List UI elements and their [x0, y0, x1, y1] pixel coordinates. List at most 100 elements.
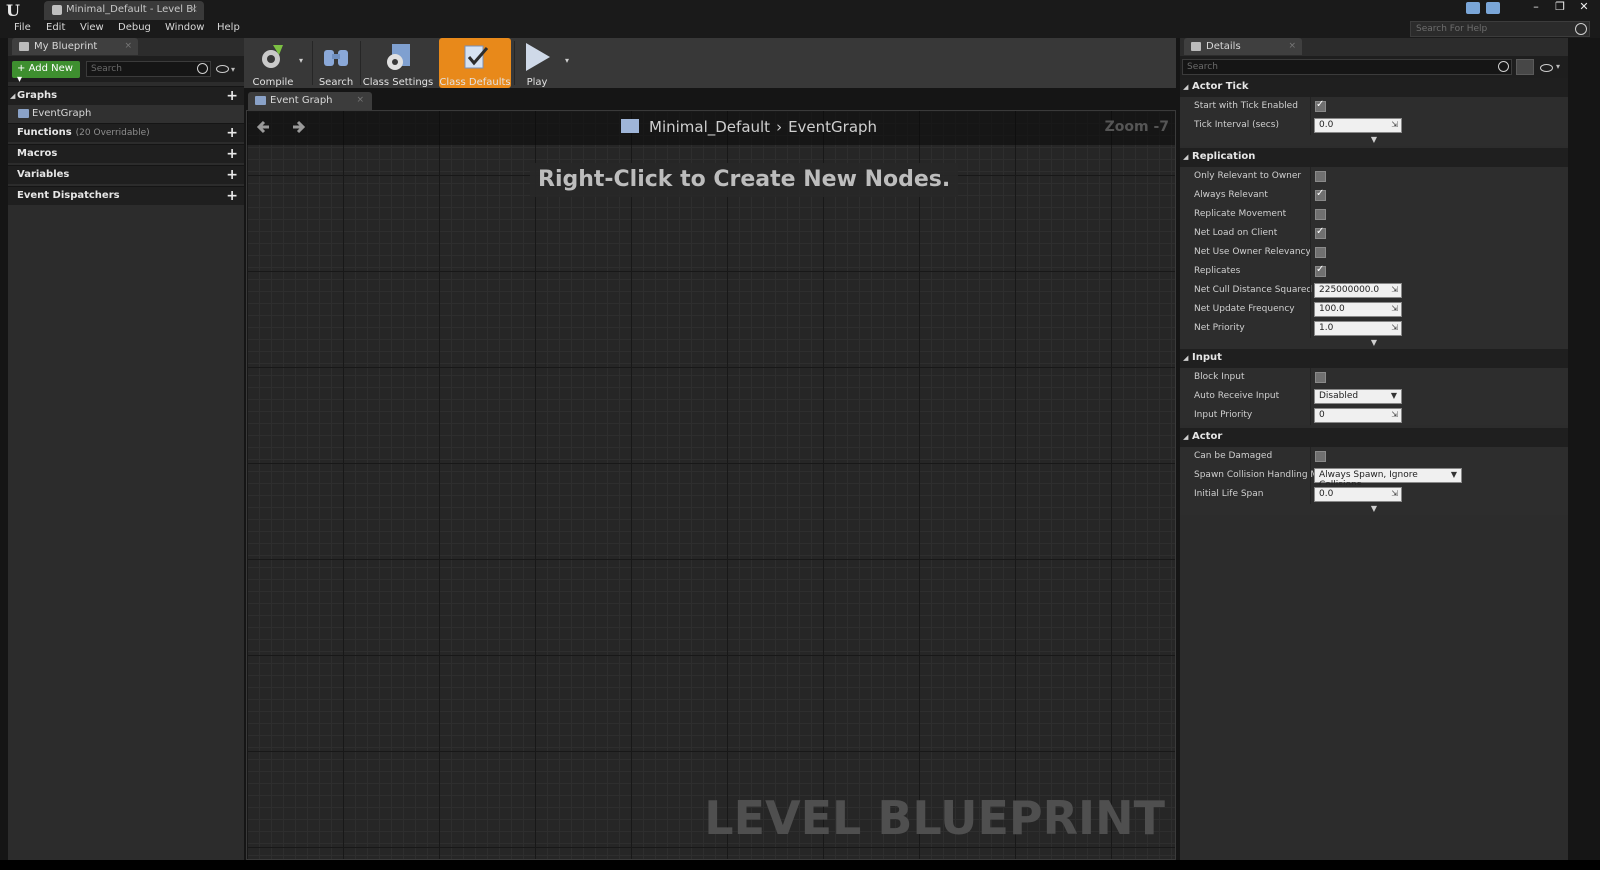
- document-tab[interactable]: Minimal_Default - Level Bl ×: [44, 1, 204, 20]
- replicates-checkbox[interactable]: [1315, 264, 1326, 277]
- block-input-checkbox[interactable]: [1315, 372, 1326, 383]
- compile-button[interactable]: Compile: [248, 38, 298, 88]
- section-functions[interactable]: Functions (20 Overridable) +: [8, 123, 244, 142]
- net-priority-field[interactable]: 1.0 ⇲: [1314, 321, 1402, 336]
- expand-triangle-icon[interactable]: ◢: [10, 92, 15, 100]
- column-divider[interactable]: [1310, 97, 1311, 116]
- tree-item-eventgraph[interactable]: EventGraph: [8, 105, 244, 123]
- menu-help[interactable]: Help: [217, 22, 240, 33]
- column-divider[interactable]: [1310, 116, 1311, 135]
- close-tab-icon[interactable]: ×: [190, 4, 198, 15]
- class-defaults-button[interactable]: Class Defaults: [439, 38, 511, 88]
- spawn-collision-dropdown[interactable]: Always Spawn, Ignore Collisions▼: [1314, 468, 1462, 490]
- add-graph-icon[interactable]: +: [226, 88, 238, 104]
- advanced-expander[interactable]: ▼: [1180, 504, 1568, 515]
- category-replication[interactable]: ◢ Replication: [1180, 148, 1568, 167]
- class-settings-button[interactable]: Class Settings: [362, 38, 434, 88]
- net-use-owner-relevancy-checkbox[interactable]: [1315, 247, 1326, 258]
- view-options-eye-icon[interactable]: [216, 65, 229, 73]
- play-options-chevron-icon[interactable]: ▾: [565, 56, 569, 65]
- only-relevant-owner-checkbox[interactable]: [1315, 171, 1326, 182]
- start-with-tick-checkbox[interactable]: [1315, 99, 1326, 112]
- section-macros[interactable]: Macros +: [8, 144, 244, 163]
- add-function-icon[interactable]: +: [226, 125, 238, 141]
- details-search-input[interactable]: Search: [1182, 59, 1512, 75]
- add-new-button[interactable]: + Add New ▾: [12, 61, 80, 85]
- breadcrumb-root[interactable]: Minimal_Default: [649, 118, 770, 136]
- advanced-expander[interactable]: ▼: [1180, 135, 1568, 146]
- graph-header: Minimal_Default › EventGraph Zoom -7: [247, 111, 1175, 145]
- feedback-icon[interactable]: [1486, 2, 1500, 14]
- close-tab-icon[interactable]: ×: [124, 41, 132, 51]
- column-divider[interactable]: [1310, 406, 1311, 425]
- column-divider[interactable]: [1310, 300, 1311, 319]
- menu-file[interactable]: File: [14, 22, 31, 33]
- category-input[interactable]: ◢ Input: [1180, 349, 1568, 368]
- net-update-frequency-field[interactable]: 100.0 ⇲: [1314, 302, 1402, 317]
- close-window-icon[interactable]: ✕: [1574, 0, 1594, 14]
- play-button[interactable]: Play: [516, 38, 558, 88]
- chevron-down-icon[interactable]: ▾: [231, 65, 235, 74]
- menu-window[interactable]: Window: [165, 22, 204, 33]
- auto-receive-input-dropdown[interactable]: Disabled ▼: [1314, 389, 1402, 404]
- expand-triangle-icon[interactable]: ◢: [1183, 153, 1188, 161]
- column-divider[interactable]: [1310, 368, 1311, 387]
- forward-arrow-icon[interactable]: [291, 120, 305, 134]
- can-be-damaged-checkbox[interactable]: [1315, 451, 1326, 462]
- menu-debug[interactable]: Debug: [118, 22, 151, 33]
- category-actor-tick[interactable]: ◢ Actor Tick: [1180, 78, 1568, 97]
- column-divider[interactable]: [1310, 387, 1311, 406]
- column-divider[interactable]: [1310, 167, 1311, 186]
- column-divider[interactable]: [1310, 262, 1311, 281]
- column-divider[interactable]: [1310, 447, 1311, 466]
- initial-life-span-field[interactable]: 0.0 ⇲: [1314, 487, 1402, 502]
- section-graphs[interactable]: ◢ Graphs +: [8, 86, 244, 105]
- column-divider[interactable]: [1310, 319, 1311, 338]
- column-divider[interactable]: [1310, 243, 1311, 262]
- column-divider[interactable]: [1310, 281, 1311, 300]
- net-cull-distance-field[interactable]: 225000000.0 ⇲: [1314, 283, 1402, 298]
- menu-edit[interactable]: Edit: [46, 22, 65, 33]
- blueprint-search-input[interactable]: Search: [86, 61, 211, 77]
- expand-triangle-icon[interactable]: ◢: [1183, 433, 1188, 441]
- my-blueprint-tab[interactable]: My Blueprint ×: [12, 38, 138, 55]
- section-event-dispatchers[interactable]: Event Dispatchers +: [8, 186, 244, 205]
- breadcrumb-leaf[interactable]: EventGraph: [788, 118, 877, 136]
- net-load-on-client-checkbox[interactable]: [1315, 226, 1326, 239]
- property-matrix-icon[interactable]: [1516, 59, 1534, 75]
- menu-view[interactable]: View: [80, 22, 104, 33]
- add-variable-icon[interactable]: +: [226, 167, 238, 183]
- search-button[interactable]: Search: [314, 38, 358, 88]
- add-macro-icon[interactable]: +: [226, 146, 238, 162]
- event-graph-tab[interactable]: Event Graph ×: [248, 92, 372, 110]
- minimize-icon[interactable]: –: [1526, 0, 1546, 14]
- chevron-down-icon[interactable]: ▾: [1556, 62, 1560, 71]
- tick-interval-field[interactable]: 0.0 ⇲: [1314, 118, 1402, 133]
- section-variables[interactable]: Variables +: [8, 165, 244, 184]
- compile-options-chevron-icon[interactable]: ▾: [299, 56, 303, 65]
- back-arrow-icon[interactable]: [257, 120, 271, 134]
- column-divider[interactable]: [1310, 205, 1311, 224]
- details-tab[interactable]: Details ×: [1184, 38, 1302, 55]
- view-options-eye-icon[interactable]: [1540, 64, 1553, 72]
- maximize-icon[interactable]: ❐: [1550, 0, 1570, 14]
- input-priority-field[interactable]: 0 ⇲: [1314, 408, 1402, 423]
- column-divider[interactable]: [1310, 186, 1311, 205]
- column-divider[interactable]: [1310, 466, 1311, 485]
- class-settings-label: Class Settings: [362, 77, 434, 88]
- close-tab-icon[interactable]: ×: [356, 95, 364, 105]
- add-event-dispatcher-icon[interactable]: +: [226, 188, 238, 204]
- category-actor[interactable]: ◢ Actor: [1180, 428, 1568, 447]
- expand-triangle-icon[interactable]: ◢: [1183, 83, 1188, 91]
- create-nodes-hint: Right-Click to Create New Nodes.: [530, 163, 959, 197]
- always-relevant-checkbox[interactable]: [1315, 188, 1326, 201]
- help-search-input[interactable]: Search For Help: [1410, 21, 1590, 37]
- chat-icon[interactable]: [1466, 2, 1480, 14]
- replicate-movement-checkbox[interactable]: [1315, 209, 1326, 220]
- advanced-expander[interactable]: ▼: [1180, 338, 1568, 349]
- graph-canvas[interactable]: Minimal_Default › EventGraph Zoom -7 Right…: [246, 110, 1176, 860]
- expand-triangle-icon[interactable]: ◢: [1183, 354, 1188, 362]
- column-divider[interactable]: [1310, 485, 1311, 504]
- column-divider[interactable]: [1310, 224, 1311, 243]
- close-tab-icon[interactable]: ×: [1288, 41, 1296, 51]
